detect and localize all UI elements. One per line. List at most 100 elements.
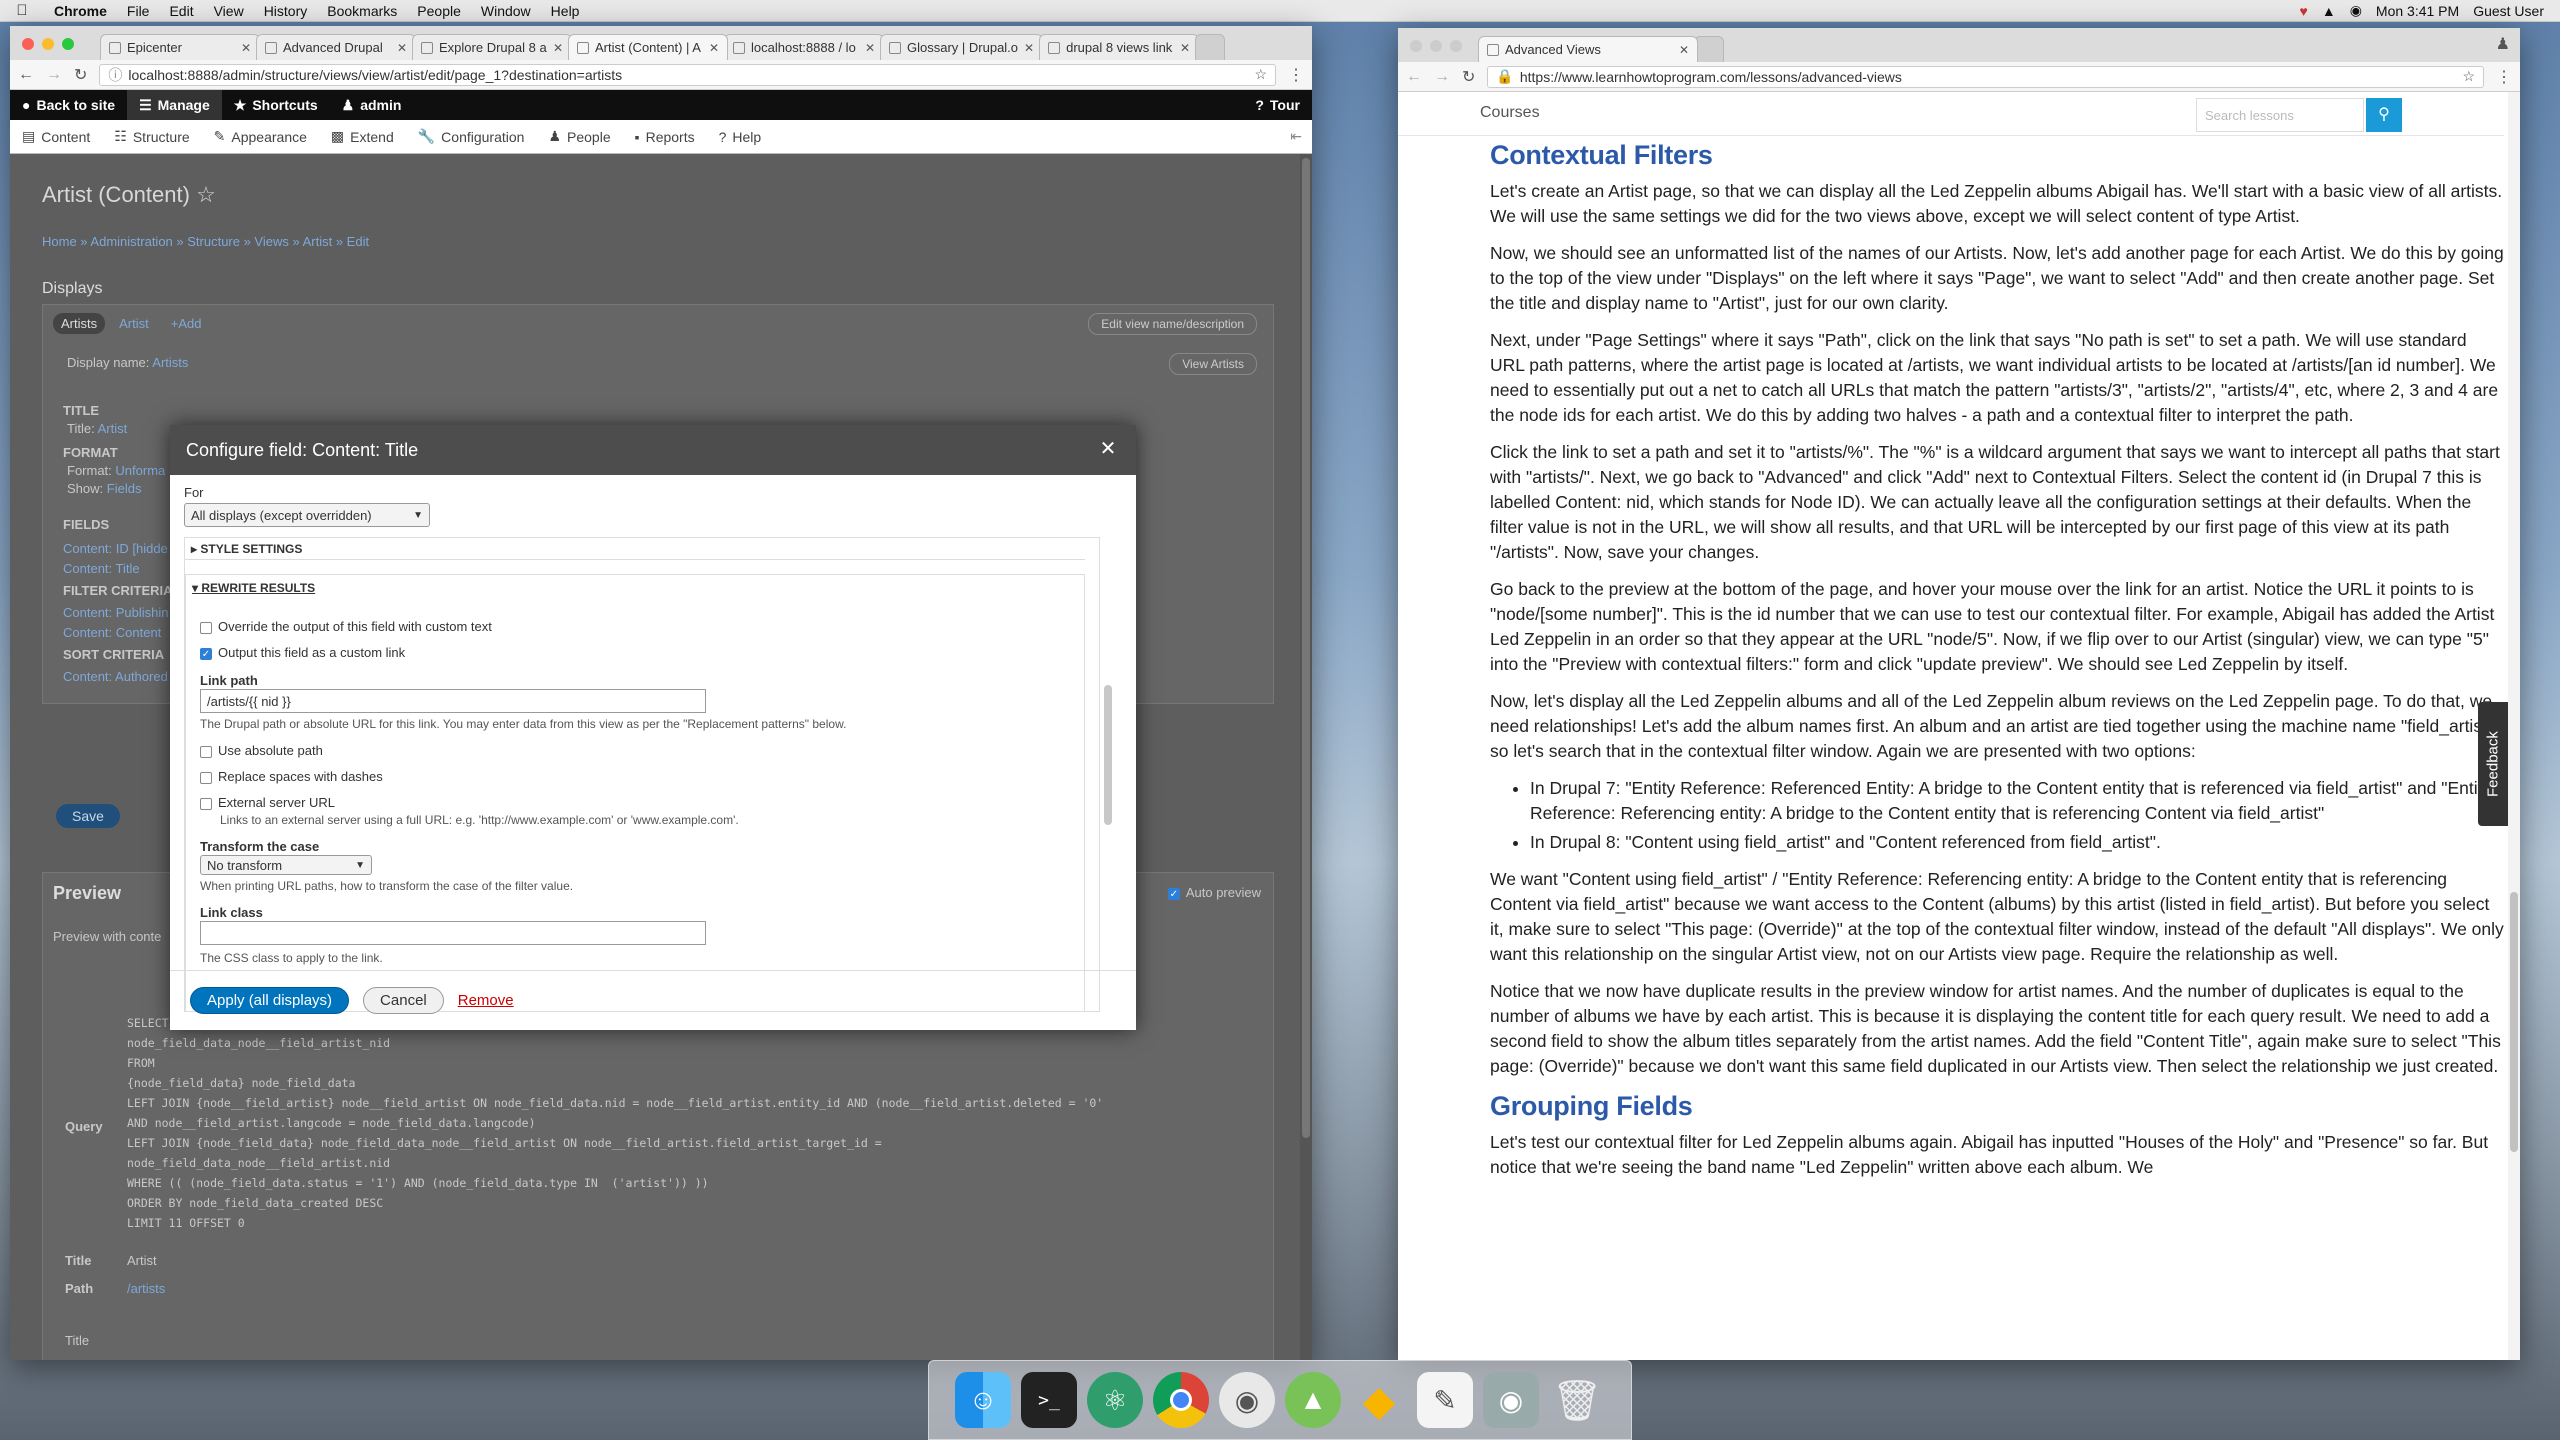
tab-epicenter[interactable]: Epicenter ✕ xyxy=(100,34,260,60)
close-tab-icon[interactable]: ✕ xyxy=(709,41,719,55)
new-tab-button[interactable] xyxy=(1195,34,1226,60)
courses-link[interactable]: Courses xyxy=(1480,104,1540,122)
view-artists-button[interactable]: View Artists xyxy=(1169,353,1257,375)
for-select[interactable]: All displays (except overridden) ▼ xyxy=(184,503,430,527)
atom-icon[interactable]: ⚛ xyxy=(1087,1372,1143,1428)
link-path-input[interactable]: /artists/{{ nid }} xyxy=(200,689,706,713)
filter-published[interactable]: Content: Publishin xyxy=(63,605,169,620)
back-icon[interactable]: ← xyxy=(18,66,34,84)
rewrite-results-toggle[interactable]: ▾ REWRITE RESULTS xyxy=(192,581,315,595)
bookmark-star-icon[interactable]: ☆ xyxy=(2462,68,2475,85)
new-tab-button[interactable] xyxy=(1694,36,1724,62)
tour-button[interactable]: ? Tour xyxy=(1243,90,1312,120)
close-window-icon[interactable] xyxy=(1410,40,1422,52)
tray-help[interactable]: ? Help xyxy=(707,129,774,145)
add-display-button[interactable]: +Add xyxy=(163,313,210,334)
style-settings-toggle[interactable]: ▸ STYLE SETTINGS xyxy=(185,538,1085,560)
tray-extend[interactable]: ▩ Extend xyxy=(319,128,406,145)
tray-appearance[interactable]: ✎ Appearance xyxy=(202,128,319,145)
back-to-site-link[interactable]: ● Back to site xyxy=(10,90,127,120)
menu-window[interactable]: Window xyxy=(471,3,541,19)
terminal-icon[interactable]: >_ xyxy=(1021,1372,1077,1428)
close-tab-icon[interactable]: ✕ xyxy=(1180,41,1190,55)
menu-dots-icon[interactable]: ⋮ xyxy=(2496,67,2512,87)
close-icon[interactable]: ✕ xyxy=(1096,438,1120,462)
apple-icon[interactable]:  xyxy=(0,2,44,19)
menu-view[interactable]: View xyxy=(204,3,254,19)
filter-content-type[interactable]: Content: Content xyxy=(63,625,161,640)
airplay-icon[interactable]: ▲ xyxy=(2322,3,2336,19)
external-url-checkbox[interactable]: External server URL xyxy=(200,795,335,810)
breadcrumb[interactable]: Home » Administration » Structure » View… xyxy=(42,234,369,249)
display-tab-artist[interactable]: Artist xyxy=(111,313,157,334)
replace-dashes-checkbox[interactable]: Replace spaces with dashes xyxy=(200,769,383,784)
apply-button[interactable]: Apply (all displays) xyxy=(190,987,350,1014)
reload-icon[interactable]: ↻ xyxy=(74,65,87,85)
feedback-button[interactable]: Feedback xyxy=(2478,702,2508,826)
transform-select[interactable]: No transform ▼ xyxy=(200,855,372,875)
minimize-window-icon[interactable] xyxy=(42,38,54,50)
display-name-link[interactable]: Artists xyxy=(152,355,188,370)
trash-icon[interactable]: 🗑 xyxy=(1549,1372,1605,1428)
menu-app[interactable]: Chrome xyxy=(44,3,117,19)
profile-icon[interactable]: ♟ xyxy=(2496,34,2510,54)
custom-link-checkbox[interactable]: ✓ Output this field as a custom link xyxy=(200,645,405,660)
close-tab-icon[interactable]: ✕ xyxy=(865,41,875,55)
menu-help[interactable]: Help xyxy=(541,3,590,19)
back-icon[interactable]: ← xyxy=(1406,68,1422,86)
clock[interactable]: Mon 3:41 PM xyxy=(2376,3,2459,19)
display-tab-artists[interactable]: Artists xyxy=(53,313,106,334)
minimize-window-icon[interactable] xyxy=(1430,40,1442,52)
remove-link[interactable]: Remove xyxy=(458,992,514,1009)
finder-icon[interactable]: ☺ xyxy=(955,1372,1011,1428)
absolute-path-checkbox[interactable]: Use absolute path xyxy=(200,743,323,758)
manage-tab[interactable]: ☰ Manage xyxy=(127,90,222,120)
page-scrollbar[interactable] xyxy=(2508,92,2520,1360)
shortcuts-tab[interactable]: ★ Shortcuts xyxy=(222,90,330,120)
forward-icon[interactable]: → xyxy=(46,66,62,84)
cancel-button[interactable]: Cancel xyxy=(363,987,444,1014)
bookmark-star-icon[interactable]: ☆ xyxy=(1254,66,1267,83)
tab-google-search[interactable]: drupal 8 views link ✕ xyxy=(1039,34,1200,60)
maximize-window-icon[interactable] xyxy=(62,38,74,50)
tray-reports[interactable]: ▪ Reports xyxy=(623,129,707,145)
wifi-icon[interactable]: ◉ xyxy=(2350,2,2362,19)
sort-authored[interactable]: Content: Authored xyxy=(63,669,168,684)
star-outline-icon[interactable]: ☆ xyxy=(196,182,216,207)
tab-glossary[interactable]: Glossary | Drupal.o ✕ xyxy=(880,34,1044,60)
user-menu[interactable]: Guest User xyxy=(2473,3,2544,19)
menu-history[interactable]: History xyxy=(254,3,318,19)
user-tab[interactable]: ♟ admin xyxy=(330,90,414,120)
show-link[interactable]: Fields xyxy=(107,481,142,496)
close-tab-icon[interactable]: ✕ xyxy=(1679,43,1689,57)
disk-utility-icon[interactable]: ◉ xyxy=(1483,1372,1539,1428)
auto-preview-checkbox[interactable]: ✓ Auto preview xyxy=(1167,885,1261,900)
override-checkbox[interactable]: Override the output of this field with c… xyxy=(200,619,492,634)
address-field[interactable]: ⓘ localhost:8888/admin/structure/views/vi… xyxy=(99,63,1276,86)
search-button[interactable]: ⚲ xyxy=(2366,98,2402,132)
menu-people[interactable]: People xyxy=(407,3,471,19)
reload-icon[interactable]: ↻ xyxy=(1462,67,1475,87)
close-tab-icon[interactable]: ✕ xyxy=(553,41,563,55)
tray-structure[interactable]: ☷ Structure xyxy=(102,128,201,145)
tray-configuration[interactable]: 🔧 Configuration xyxy=(406,128,537,145)
close-tab-icon[interactable]: ✕ xyxy=(397,41,407,55)
close-window-icon[interactable] xyxy=(22,38,34,50)
field-content-id[interactable]: Content: ID [hidde xyxy=(63,541,168,556)
tab-artist-content[interactable]: Artist (Content) | A ✕ xyxy=(568,34,728,60)
field-content-title[interactable]: Content: Title xyxy=(63,561,140,576)
menu-bookmarks[interactable]: Bookmarks xyxy=(317,3,407,19)
address-field[interactable]: 🔒 https://www.learnhowtoprogram.com/lesso… xyxy=(1487,65,2484,88)
sketch-icon[interactable]: ◆ xyxy=(1351,1372,1407,1428)
chrome-icon[interactable] xyxy=(1153,1372,1209,1428)
android-studio-icon[interactable]: ▲ xyxy=(1285,1372,1341,1428)
tray-content[interactable]: ▤ Content xyxy=(10,128,102,145)
dialog-scrollbar[interactable] xyxy=(1104,685,1112,825)
collapse-tray-icon[interactable]: ⇤ xyxy=(1290,128,1312,145)
search-input[interactable]: Search lessons xyxy=(2196,98,2364,132)
menu-dots-icon[interactable]: ⋮ xyxy=(1288,65,1304,85)
format-link[interactable]: Unforma xyxy=(115,463,165,478)
tab-advanced-views[interactable]: Advanced Views ✕ xyxy=(1478,36,1698,62)
path-link[interactable]: /artists xyxy=(127,1281,165,1296)
tray-people[interactable]: ♟ People xyxy=(536,128,622,145)
